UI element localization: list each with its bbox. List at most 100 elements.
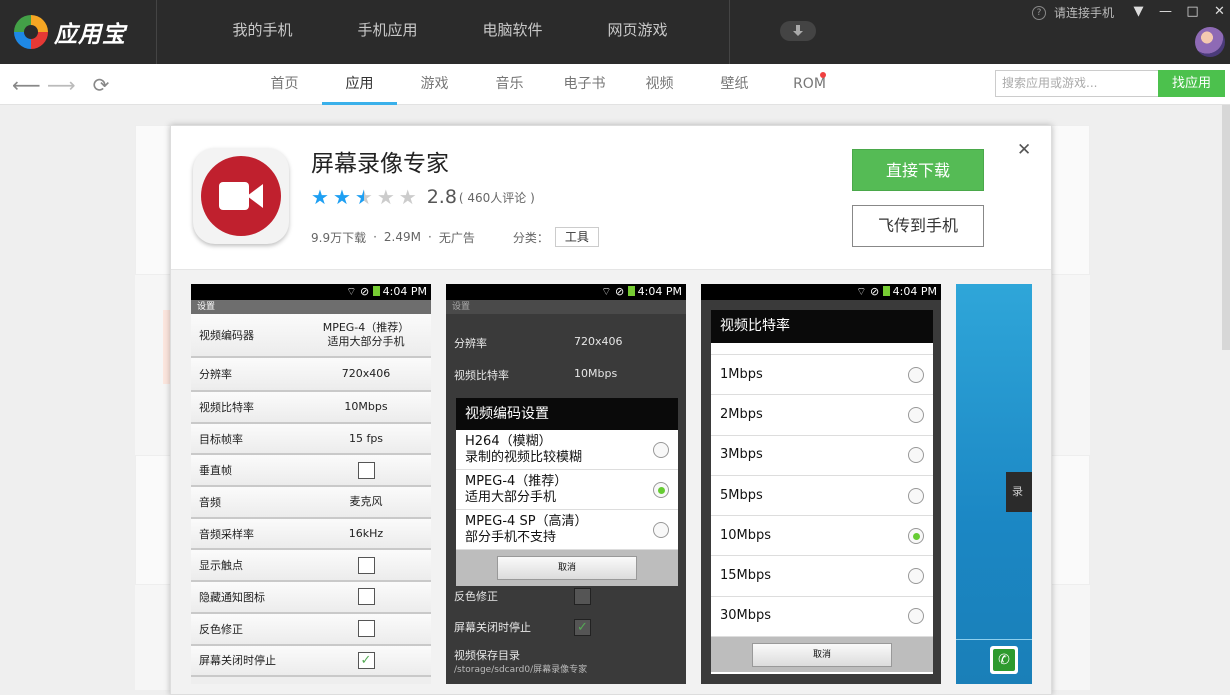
settings-row: 音频 麦克风 <box>191 487 431 519</box>
list-item: 分辨率 720x406 <box>446 335 686 351</box>
app-logo[interactable]: 应用宝 <box>14 12 126 52</box>
option-item[interactable]: 1Mbps <box>711 355 933 396</box>
top-nav-phone-apps[interactable]: 手机应用 <box>325 0 450 60</box>
option-item[interactable]: H264（模糊） 录制的视频比较模糊 <box>456 430 678 470</box>
radio-button[interactable] <box>653 521 669 538</box>
search-input[interactable]: 搜索应用或游戏... <box>995 70 1159 97</box>
menu-dropdown-icon[interactable]: ▼ <box>1125 2 1152 22</box>
status-bar: ⌔ ⊘ 4:04 PM <box>701 284 941 300</box>
radio-button[interactable] <box>908 608 924 625</box>
checkbox: ✓ <box>574 619 591 636</box>
tab-5[interactable]: 视频 <box>622 64 697 105</box>
top-nav-web-games[interactable]: 网页游戏 <box>575 0 700 60</box>
help-icon[interactable]: ? <box>1032 5 1046 20</box>
app-detail-dialog: 屏幕录像专家 ★ ★ ★ ★ ★ 2.8 ( 460人评论 ) 9.9万下载 ·… <box>170 125 1052 695</box>
download-manager-button[interactable] <box>780 21 816 41</box>
divider <box>729 0 730 64</box>
row-label: 音频采样率 <box>199 527 254 541</box>
settings-row: 视频比特率 10Mbps <box>191 392 431 424</box>
star-icon: ★ <box>311 185 329 209</box>
download-icon <box>793 25 803 36</box>
app-name: 屏幕录像专家 <box>311 151 449 177</box>
option-item[interactable]: 15Mbps <box>711 556 933 597</box>
screenshot-2[interactable]: ⌔ ⊘ 4:04 PM 设置 分辨率 720x406 视频比特率 10Mbps 反色… <box>446 284 686 684</box>
top-nav-pc-software[interactable]: 电脑软件 <box>450 0 575 60</box>
refresh-icon[interactable]: ⟳ <box>88 72 114 98</box>
checkbox <box>357 461 375 479</box>
option-label: 2Mbps <box>720 406 763 422</box>
radio-button[interactable] <box>908 568 924 585</box>
radio-button[interactable] <box>653 441 669 458</box>
option-item[interactable]: 30Mbps <box>711 597 933 638</box>
radio-button[interactable] <box>653 481 669 498</box>
star-empty-icon: ★ <box>398 185 417 209</box>
checkbox <box>357 556 375 574</box>
radio-button[interactable] <box>908 487 924 504</box>
tab-1[interactable]: 应用 <box>322 64 397 105</box>
radio-button[interactable] <box>908 527 924 544</box>
option-item[interactable]: 10Mbps <box>711 516 933 557</box>
list-item: 视频保存目录/storage/sdcard0/屏幕录像专家 <box>446 649 686 677</box>
top-nav-my-phone[interactable]: 我的手机 <box>200 0 325 60</box>
option-label: 10Mbps <box>720 527 772 543</box>
review-count[interactable]: ( 460人评论 ) <box>459 189 535 206</box>
option-item[interactable]: 5Mbps <box>711 476 933 517</box>
checkbox-cell <box>309 588 423 606</box>
list-item: 反色修正 <box>446 588 686 605</box>
tab-3[interactable]: 音乐 <box>472 64 547 105</box>
wifi-icon: ⌔ ⊘ <box>856 285 883 298</box>
option-item[interactable]: 3Mbps <box>711 436 933 476</box>
encoder-dialog: 视频编码设置 H264（模糊） 录制的视频比较模糊 MPEG-4（推荐） 适用大部… <box>456 398 678 586</box>
radio-button[interactable] <box>908 447 924 464</box>
battery-icon <box>372 286 380 296</box>
clock: 4:04 PM <box>382 285 427 298</box>
category-tag[interactable]: 工具 <box>554 227 599 247</box>
checkbox-cell <box>309 556 423 574</box>
tab-4[interactable]: 电子书 <box>547 64 622 105</box>
phone-connect-status[interactable]: ? 请连接手机 <box>1032 4 1114 21</box>
tab-7[interactable]: ROM <box>772 64 847 105</box>
screenshot-4[interactable]: 录 ✆ <box>956 284 1032 684</box>
tab-6[interactable]: 壁纸 <box>697 64 772 105</box>
battery-icon <box>882 286 890 296</box>
back-arrow-icon[interactable]: ⟵ <box>12 72 41 98</box>
row-label: 反色修正 <box>454 590 498 603</box>
forward-arrow-icon[interactable]: ⟶ <box>47 72 76 98</box>
scrollbar[interactable] <box>1222 105 1230 350</box>
list-item: 视频比特率 10Mbps <box>446 367 686 383</box>
dialog-footer: 取消 <box>711 637 933 673</box>
clock: 4:04 PM <box>637 285 682 298</box>
option-label: 5Mbps <box>720 487 763 503</box>
status-bar: ⌔ ⊘ 4:04 PM <box>446 284 686 300</box>
bitrate-dialog: 视频比特率 1Mbps 2Mbps 3Mbps 5Mbps 10Mbps 15Mbps 30… <box>711 310 933 674</box>
row-value: 10Mbps <box>344 399 388 413</box>
tab-0[interactable]: 首页 <box>247 64 322 105</box>
settings-header: 设置 <box>191 300 431 314</box>
logo-icon <box>14 15 48 49</box>
maximize-button[interactable]: □ <box>1179 2 1206 22</box>
direct-download-button[interactable]: 直接下载 <box>852 149 984 191</box>
row-value: MPEG-4（推荐） 适用大部分手机 <box>322 321 410 348</box>
radio-button[interactable] <box>908 406 924 423</box>
screenshot-3[interactable]: ⌔ ⊘ 4:04 PM 视频比特率 1Mbps 2Mbps 3Mbps 5Mbps 10… <box>701 284 941 684</box>
row-value: /storage/sdcard0/屏幕录像专家 <box>454 665 588 675</box>
minimize-button[interactable]: — <box>1152 2 1179 22</box>
cancel-button[interactable]: 取消 <box>752 642 892 667</box>
video-camera-icon <box>219 182 249 210</box>
clock: 4:04 PM <box>892 285 937 298</box>
close-dialog-button[interactable]: ✕ <box>1017 140 1031 160</box>
tab-2[interactable]: 游戏 <box>397 64 472 105</box>
ads-info: 无广告 <box>438 230 475 245</box>
screenshot-1[interactable]: ⌔ ⊘ 4:04 PM 设置 视频编码器 MPEG-4（推荐） 适用大部分手机 分辨… <box>191 284 431 684</box>
avatar[interactable] <box>1195 27 1225 57</box>
close-window-button[interactable]: ✕ <box>1206 2 1230 22</box>
radio-button[interactable] <box>908 366 924 383</box>
search-button[interactable]: 找应用 <box>1158 70 1225 97</box>
option-label: H264（模糊） 录制的视频比较模糊 <box>465 433 583 465</box>
option-item[interactable]: MPEG-4 SP（高清） 部分手机不支持 <box>456 510 678 550</box>
option-item[interactable]: 2Mbps <box>711 395 933 436</box>
option-label: 30Mbps <box>720 608 772 624</box>
send-to-phone-button[interactable]: 飞传到手机 <box>852 205 984 247</box>
option-item[interactable]: MPEG-4（推荐） 适用大部分手机 <box>456 470 678 510</box>
cancel-button[interactable]: 取消 <box>497 556 637 580</box>
